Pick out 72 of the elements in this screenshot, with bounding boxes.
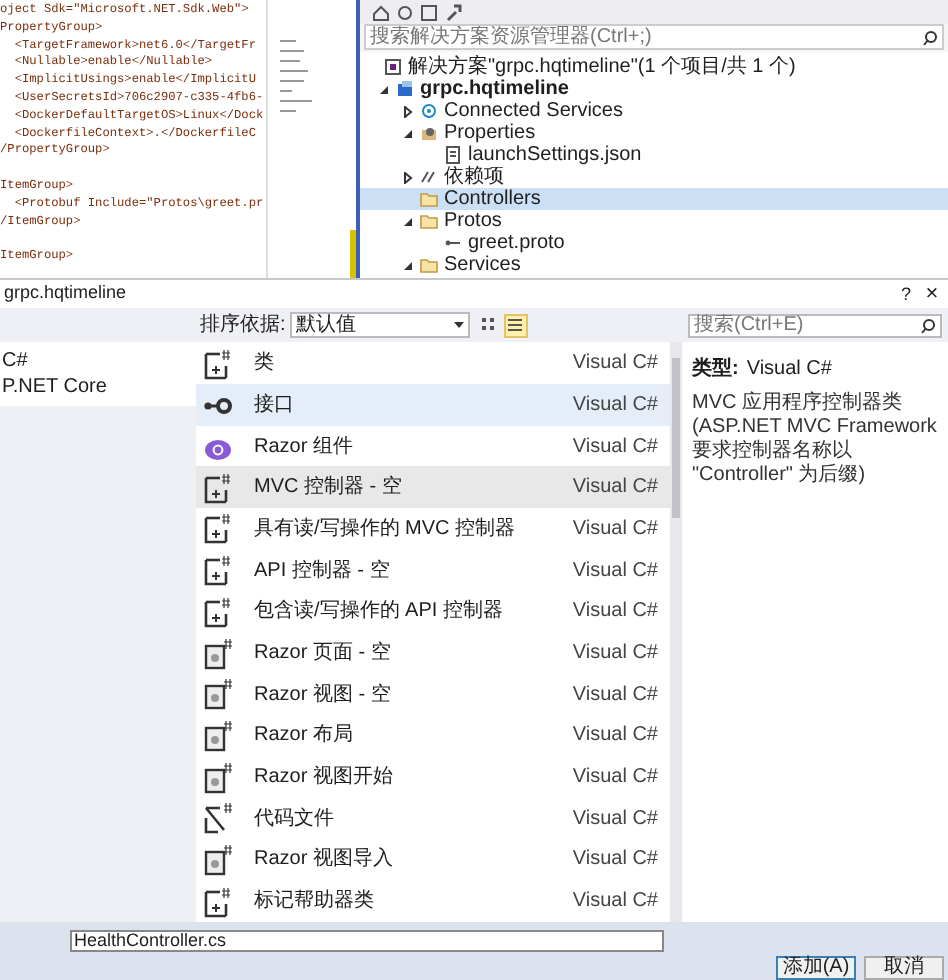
template-item[interactable]: Razor 组件 Visual C# — [196, 425, 670, 467]
scrollbar[interactable] — [670, 342, 682, 922]
type-value: Visual C# — [746, 356, 832, 385]
project-icon — [396, 80, 414, 98]
template-language: Visual C# — [572, 433, 658, 462]
template-language: Visual C# — [572, 681, 658, 710]
tree-item[interactable]: 解决方案"grpc.hqtimeline"(1 个项目/共 1 个) — [360, 56, 948, 78]
folder-icon — [420, 256, 438, 274]
file-icon — [202, 595, 234, 628]
caret-icon — [453, 321, 464, 330]
file-icon — [202, 554, 234, 587]
home-icon[interactable] — [372, 3, 390, 21]
file-icon — [202, 512, 234, 545]
search-icon — [920, 317, 936, 334]
category-item[interactable]: P.NET Core — [0, 374, 196, 401]
template-language: Visual C# — [572, 391, 658, 420]
template-item[interactable]: 接口 Visual C# — [196, 384, 670, 426]
page-icon — [202, 637, 234, 670]
tree-item[interactable]: 依赖项 — [360, 166, 948, 188]
help-button[interactable]: ? — [892, 281, 920, 306]
template-language: Visual C# — [572, 888, 658, 917]
collapsed-arrow-icon[interactable] — [402, 105, 414, 117]
template-language: Visual C# — [572, 722, 658, 751]
template-language: Visual C# — [572, 350, 658, 379]
template-language: Visual C# — [572, 764, 658, 793]
expanded-arrow-icon[interactable] — [402, 127, 414, 139]
file-icon — [444, 146, 462, 164]
list-icon — [508, 318, 523, 333]
scrollbar-thumb[interactable] — [672, 358, 680, 519]
search-icon — [922, 29, 938, 45]
add-button[interactable]: 添加(A) — [776, 955, 856, 980]
close-button[interactable]: × — [920, 281, 944, 306]
template-language: Visual C# — [572, 805, 658, 834]
template-language: Visual C# — [572, 640, 658, 669]
dialog-title: grpc.hqtimeline — [4, 280, 129, 307]
expanded-arrow-icon[interactable] — [378, 83, 390, 95]
tree-item[interactable]: greet.proto — [360, 232, 948, 254]
solution-icon — [384, 58, 402, 76]
sort-label: 排序依据: — [200, 311, 286, 341]
collapsed-arrow-icon[interactable] — [402, 171, 414, 183]
expanded-arrow-icon[interactable] — [402, 215, 414, 227]
template-description: MVC 应用程序控制器类(ASP.NET MVC Framework 要求控制器名称以 "Controller" 为后缀) — [692, 392, 939, 489]
tree-item[interactable]: launchSettings.json — [360, 144, 948, 166]
page-icon — [202, 761, 234, 794]
tree-item[interactable]: Properties — [360, 122, 948, 144]
template-language: Visual C# — [572, 846, 658, 875]
template-item[interactable]: MVC 控制器 - 空 Visual C# — [196, 466, 670, 509]
template-language: Visual C# — [572, 474, 658, 503]
tree-item[interactable]: Services — [360, 254, 948, 276]
type-label: 类型: — [692, 355, 739, 385]
file-icon — [202, 885, 234, 918]
cancel-button[interactable]: 取消 — [864, 955, 944, 980]
template-language: Visual C# — [572, 598, 658, 627]
list-view-button[interactable] — [503, 313, 528, 338]
search-field[interactable]: 搜索(Ctrl+E) — [688, 313, 942, 338]
page-icon — [202, 843, 234, 876]
tree-item[interactable]: Protos — [360, 210, 948, 232]
page-icon — [202, 719, 234, 752]
code-file-icon — [202, 802, 234, 835]
page-icon — [202, 678, 234, 711]
tree-item[interactable]: grpc.hqtimeline — [360, 78, 948, 100]
tree-item[interactable]: Controllers — [360, 188, 948, 210]
template-language: Visual C# — [572, 515, 658, 544]
tree-item[interactable]: Connected Services — [360, 100, 948, 122]
category-item[interactable]: C# — [0, 348, 196, 375]
expanded-arrow-icon[interactable] — [402, 259, 414, 271]
file-icon — [202, 471, 234, 504]
sort-dropdown[interactable]: 默认值 — [289, 312, 470, 339]
template-language: Visual C# — [572, 557, 658, 586]
grid-icon — [481, 317, 498, 334]
file-icon — [202, 347, 234, 380]
name-field[interactable]: HealthController.cs — [70, 929, 664, 952]
